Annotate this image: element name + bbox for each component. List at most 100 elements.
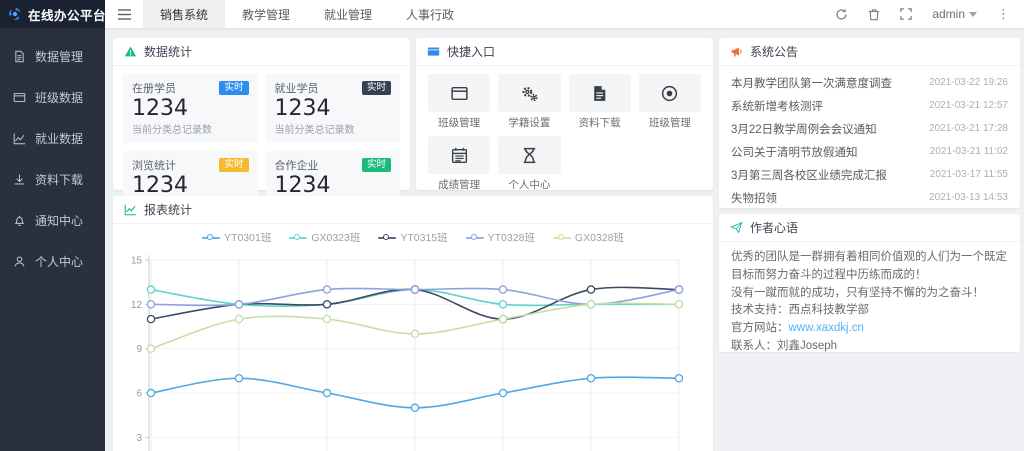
stat-description: 当前分类总记录数 bbox=[275, 121, 392, 136]
quick-link-personal-center[interactable]: 个人中心 bbox=[498, 136, 560, 192]
svg-text:15: 15 bbox=[131, 256, 143, 267]
sidebar-item-label: 就业数据 bbox=[35, 130, 83, 147]
sidebar-item-label: 班级数据 bbox=[35, 89, 83, 106]
quick-link-class-management[interactable]: 班级管理 bbox=[428, 74, 490, 130]
author-words-header: 作者心语 bbox=[719, 214, 1020, 242]
announcement-row[interactable]: 失物招领 2021-03-13 14:53 bbox=[731, 186, 1008, 209]
sidebar-item-data-management[interactable]: 数据管理 bbox=[0, 36, 105, 77]
stat-card-registered-students[interactable]: 在册学员 实时 1234 当前分类总记录数 bbox=[123, 74, 258, 143]
author-site-line: 官方网站：www.xaxdkj.cn bbox=[731, 320, 1008, 338]
card-title: 报表统计 bbox=[144, 201, 192, 218]
chart-icon bbox=[124, 203, 137, 216]
stat-label: 浏览统计 bbox=[132, 157, 176, 173]
quick-link-student-registry-settings[interactable]: 学籍设置 bbox=[498, 74, 560, 130]
user-name: admin bbox=[932, 7, 965, 21]
announcement-date: 2021-03-21 17:28 bbox=[929, 123, 1008, 134]
user-icon bbox=[13, 255, 26, 268]
announcement-title: 3月22日教学周例会会议通知 bbox=[731, 121, 877, 137]
announcement-date: 2021-03-17 11:55 bbox=[930, 169, 1008, 180]
legend-item[interactable]: GX0323班 bbox=[289, 230, 360, 245]
tab-sales-system[interactable]: 销售系统 bbox=[143, 0, 225, 28]
legend-marker bbox=[202, 234, 220, 242]
announcement-title: 3月第三周各校区业绩完成汇报 bbox=[731, 167, 887, 183]
file-icon bbox=[13, 50, 26, 63]
trash-icon[interactable] bbox=[868, 8, 880, 21]
announcement-title: 失物招领 bbox=[731, 190, 777, 206]
document-icon bbox=[569, 74, 631, 112]
announcement-date: 2021-03-21 12:57 bbox=[929, 100, 1008, 111]
card-title: 系统公告 bbox=[750, 43, 798, 60]
quick-link-label: 资料下载 bbox=[569, 115, 631, 130]
sidebar-item-label: 个人中心 bbox=[35, 253, 83, 270]
author-contact-line: 联系人：刘鑫Joseph bbox=[731, 338, 1008, 356]
announcement-list: 本月教学团队第一次满意度调查 2021-03-22 19:26 系统新增考核测评… bbox=[719, 66, 1020, 209]
stat-value: 1234 bbox=[132, 96, 249, 121]
legend-item[interactable]: YT0315班 bbox=[378, 230, 447, 245]
quick-link-label: 个人中心 bbox=[498, 177, 560, 192]
author-line: 技术支持：西点科技教学部 bbox=[731, 302, 1008, 320]
sidebar-item-notification-center[interactable]: 通知中心 bbox=[0, 200, 105, 241]
official-site-link[interactable]: www.xaxdkj.cn bbox=[789, 322, 864, 334]
announcement-title: 系统新增考核测评 bbox=[731, 98, 823, 114]
sidebar-toggle-icon[interactable] bbox=[105, 0, 143, 28]
announcement-date: 2021-03-21 11:02 bbox=[930, 146, 1008, 157]
status-badge: 实时 bbox=[219, 81, 248, 95]
quick-link-material-download[interactable]: 资料下载 bbox=[569, 74, 631, 130]
svg-text:3: 3 bbox=[136, 433, 142, 444]
header-actions: admin ⋮ bbox=[835, 0, 1024, 28]
stat-label: 合作企业 bbox=[275, 157, 319, 173]
announcement-row[interactable]: 3月22日教学周例会会议通知 2021-03-21 17:28 bbox=[731, 117, 1008, 140]
author-line: 优秀的团队是一群拥有着相同价值观的人们为一个既定目标而努力奋斗的过程中历练而成的… bbox=[731, 249, 1008, 285]
refresh-icon[interactable] bbox=[835, 8, 848, 21]
legend-item[interactable]: YT0328班 bbox=[466, 230, 535, 245]
author-line: 没有一蹴而就的成功，只有坚持不懈的为之奋斗！ bbox=[731, 285, 1008, 303]
quick-link-label: 班级管理 bbox=[428, 115, 490, 130]
card-title: 作者心语 bbox=[750, 219, 798, 236]
quick-entry-header: 快捷入口 bbox=[416, 38, 713, 66]
fullscreen-icon[interactable] bbox=[900, 8, 912, 20]
site-label: 官方网站： bbox=[731, 322, 789, 334]
sidebar-item-material-download[interactable]: 资料下载 bbox=[0, 159, 105, 200]
quick-link-class-management-2[interactable]: 班级管理 bbox=[639, 74, 701, 130]
quick-link-grade-management[interactable]: 成绩管理 bbox=[428, 136, 490, 192]
sidebar-item-personal-center[interactable]: 个人中心 bbox=[0, 241, 105, 282]
quick-link-label: 学籍设置 bbox=[498, 115, 560, 130]
stat-card-employed-students[interactable]: 就业学员 实时 1234 当前分类总记录数 bbox=[266, 74, 401, 143]
bell-icon bbox=[13, 214, 26, 227]
logo-swirl-icon bbox=[7, 6, 23, 22]
sidebar-item-class-data[interactable]: 班级数据 bbox=[0, 77, 105, 118]
data-statistics-header: 数据统计 bbox=[113, 38, 410, 66]
legend-label: YT0315班 bbox=[400, 230, 447, 245]
warning-triangle-icon bbox=[124, 45, 137, 58]
svg-text:12: 12 bbox=[131, 300, 143, 311]
card-title: 快捷入口 bbox=[447, 43, 495, 60]
tab-teaching-management[interactable]: 教学管理 bbox=[225, 0, 307, 28]
online-office-platform: 在线办公平台 销售系统 教学管理 就业管理 人事行政 bbox=[0, 0, 1024, 451]
stat-value: 1234 bbox=[132, 173, 249, 198]
svg-text:6: 6 bbox=[136, 389, 142, 400]
calendar-icon bbox=[428, 136, 490, 174]
quick-entry-grid: 班级管理 学籍设置 资料下载 bbox=[416, 66, 713, 196]
window-icon bbox=[428, 74, 490, 112]
more-options-icon[interactable]: ⋮ bbox=[997, 6, 1010, 22]
announcement-row[interactable]: 公司关于清明节放假通知 2021-03-21 11:02 bbox=[731, 140, 1008, 163]
chevron-down-icon bbox=[969, 12, 977, 17]
legend-label: YT0301班 bbox=[224, 230, 271, 245]
announcement-title: 公司关于清明节放假通知 bbox=[731, 144, 858, 160]
user-dropdown[interactable]: admin bbox=[932, 7, 977, 21]
tab-employment-management[interactable]: 就业管理 bbox=[307, 0, 389, 28]
system-announcements-header: 系统公告 bbox=[719, 38, 1020, 66]
status-badge: 实时 bbox=[362, 158, 391, 172]
legend-item[interactable]: GX0328班 bbox=[553, 230, 624, 245]
announcement-row[interactable]: 3月第三周各校区业绩完成汇报 2021-03-17 11:55 bbox=[731, 163, 1008, 186]
tab-hr-admin[interactable]: 人事行政 bbox=[389, 0, 471, 28]
legend-item[interactable]: YT0301班 bbox=[202, 230, 271, 245]
announcement-row[interactable]: 本月教学团队第一次满意度调查 2021-03-22 19:26 bbox=[731, 71, 1008, 94]
announcement-row[interactable]: 系统新增考核测评 2021-03-21 12:57 bbox=[731, 94, 1008, 117]
author-words-card: 作者心语 优秀的团队是一群拥有着相同价值观的人们为一个既定目标而努力奋斗的过程中… bbox=[719, 214, 1020, 352]
sidebar-item-label: 通知中心 bbox=[35, 212, 83, 229]
system-announcements-card: 系统公告 本月教学团队第一次满意度调查 2021-03-22 19:26 系统新… bbox=[719, 38, 1020, 208]
sidebar-item-employment-data[interactable]: 就业数据 bbox=[0, 118, 105, 159]
quick-link-label: 成绩管理 bbox=[428, 177, 490, 192]
window-icon bbox=[13, 91, 26, 104]
